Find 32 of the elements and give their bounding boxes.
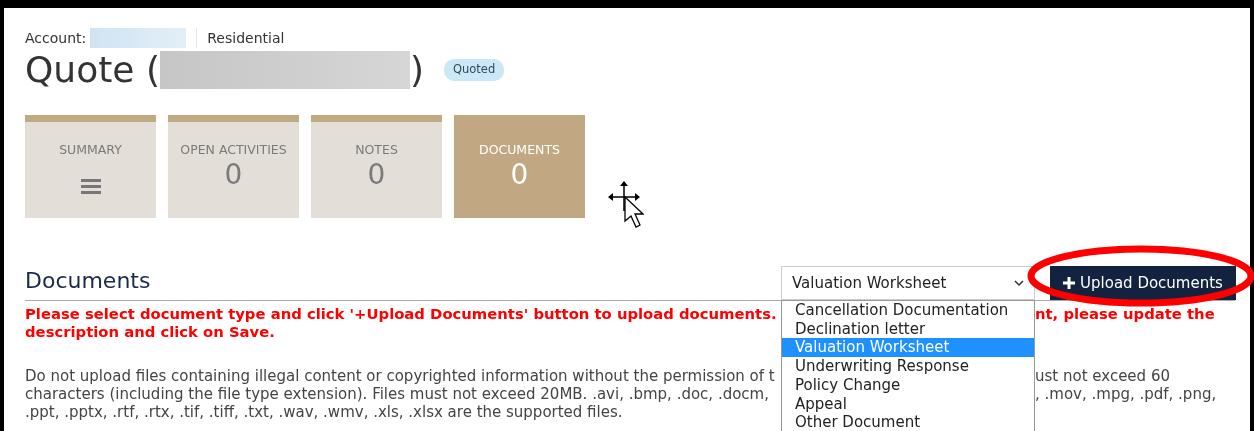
tile-label: OPEN ACTIVITIES (179, 142, 288, 157)
tile-count: 0 (366, 159, 387, 191)
tile-label: SUMMARY (58, 142, 123, 157)
text-line: Please select document type and click '+Upload Documents' button to upload documents. (25, 305, 778, 323)
dropdown-option[interactable]: Underwriting Response (782, 357, 1034, 376)
tile-label: NOTES (354, 142, 399, 157)
tile-count: 0 (223, 159, 244, 191)
select-value: Valuation Worksheet (792, 272, 947, 294)
dropdown-option[interactable]: Other Document (782, 413, 1034, 431)
dropdown-option[interactable]: Cancellation Documentation (782, 301, 1034, 320)
account-label: Account: (25, 28, 87, 48)
document-type-select[interactable]: Valuation Worksheet (781, 266, 1035, 300)
text-line: Do not upload files containing illegal content or copyrighted information without the permission of t (25, 367, 776, 385)
quote-title: ) (409, 48, 424, 92)
menu-icon (80, 179, 101, 194)
quote-title: Quote ( (25, 48, 160, 92)
text-line: characters (including the file type extension). Files must not exceed 20MB. .avi, .bmp, .doc, .docm, (25, 385, 770, 403)
text-line: nt, please update the (1035, 305, 1216, 323)
dropdown-option[interactable]: Declination letter (782, 319, 1034, 339)
dropdown-option[interactable]: Appeal (782, 394, 1034, 414)
upload-button[interactable]: Upload Documents (1050, 266, 1236, 300)
text-line: description and click on Save. (25, 323, 276, 341)
text-line: , .mov, .mpg, .pdf, .png, (1035, 385, 1218, 403)
text-line: .ppt, .pptx, .rtf, .rtx, .tif, .tiff, .txt, .wav, .wmv, .xls, .xlsx are the supported files. (25, 403, 624, 421)
account-type: Residential (207, 28, 285, 48)
text-line: ust not exceed 60 (1035, 367, 1171, 385)
dropdown-option[interactable]: Policy Change (782, 375, 1034, 395)
tile-count: 0 (509, 159, 530, 191)
tile-label: DOCUMENTS (478, 142, 561, 157)
section-heading: Documents (25, 267, 151, 295)
caret-icon (1014, 279, 1024, 287)
status-badge: Quoted (444, 59, 505, 81)
